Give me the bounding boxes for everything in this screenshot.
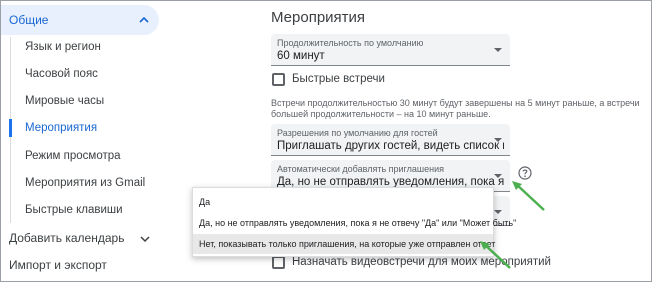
caret-down-icon [494, 174, 502, 178]
sidebar-item-keyboard-shortcuts[interactable]: Быстрые клавиши [25, 204, 123, 216]
sidebar-item-events-from-gmail[interactable]: Мероприятия из Gmail [25, 177, 145, 189]
sidebar-item-world-clock[interactable]: Мировые часы [25, 95, 104, 107]
sidebar-item-language[interactable]: Язык и регион [25, 41, 101, 53]
caret-down-icon [494, 138, 502, 142]
quick-meetings-note: Встречи продолжительностью 30 минут буду… [271, 98, 640, 119]
auto-add-dropdown-menu: Да Да, но не отправлять уведомления, пок… [192, 187, 516, 257]
default-duration-select[interactable]: Продолжительность по умолчанию 60 минут [271, 34, 510, 66]
chevron-down-icon[interactable] [139, 233, 151, 245]
sidebar-section-general-label: Общие [9, 13, 49, 27]
sidebar-section-add-calendar[interactable]: Добавить календарь [9, 231, 124, 245]
guest-permissions-select[interactable]: Разрешения по умолчанию для гостей Пригл… [271, 124, 510, 156]
caret-down-icon [494, 210, 502, 214]
sidebar-item-timezone[interactable]: Часовой пояс [25, 68, 98, 80]
dropdown-option-yes-no-notify[interactable]: Да, но не отправлять уведомления, пока я… [193, 213, 516, 233]
quick-meetings-checkbox[interactable] [272, 73, 285, 86]
annotation-arrow-icon [480, 241, 511, 269]
default-duration-value: 60 минут [277, 50, 325, 62]
page-title: Мероприятия [271, 9, 366, 26]
sidebar-section-import-export[interactable]: Импорт и экспорт [9, 258, 107, 272]
default-duration-caption: Продолжительность по умолчанию [277, 38, 424, 48]
dropdown-option-yes[interactable]: Да [193, 192, 493, 212]
guest-permissions-value: Приглашать других гостей, видеть список … [277, 140, 504, 152]
auto-add-invitations-caption: Автоматически добавлять приглашения [277, 164, 444, 174]
quick-meetings-label: Быстрые встречи [292, 73, 385, 85]
guest-permissions-caption: Разрешения по умолчанию для гостей [277, 128, 438, 138]
caret-down-icon [494, 48, 502, 52]
sidebar-item-view-options[interactable]: Режим просмотра [25, 150, 121, 162]
settings-sidebar: Общие Язык и регион Часовой пояс Мировые… [1, 1, 164, 281]
chevron-up-icon [139, 16, 149, 23]
active-indicator [9, 119, 12, 137]
video-meetings-checkbox[interactable] [272, 256, 285, 269]
sidebar-section-general[interactable]: Общие [1, 5, 159, 35]
dropdown-option-no-only-replied[interactable]: Нет, показывать только приглашения, на к… [193, 234, 495, 254]
annotation-arrow-icon [512, 181, 545, 211]
sidebar-item-events[interactable]: Мероприятия [25, 122, 97, 134]
